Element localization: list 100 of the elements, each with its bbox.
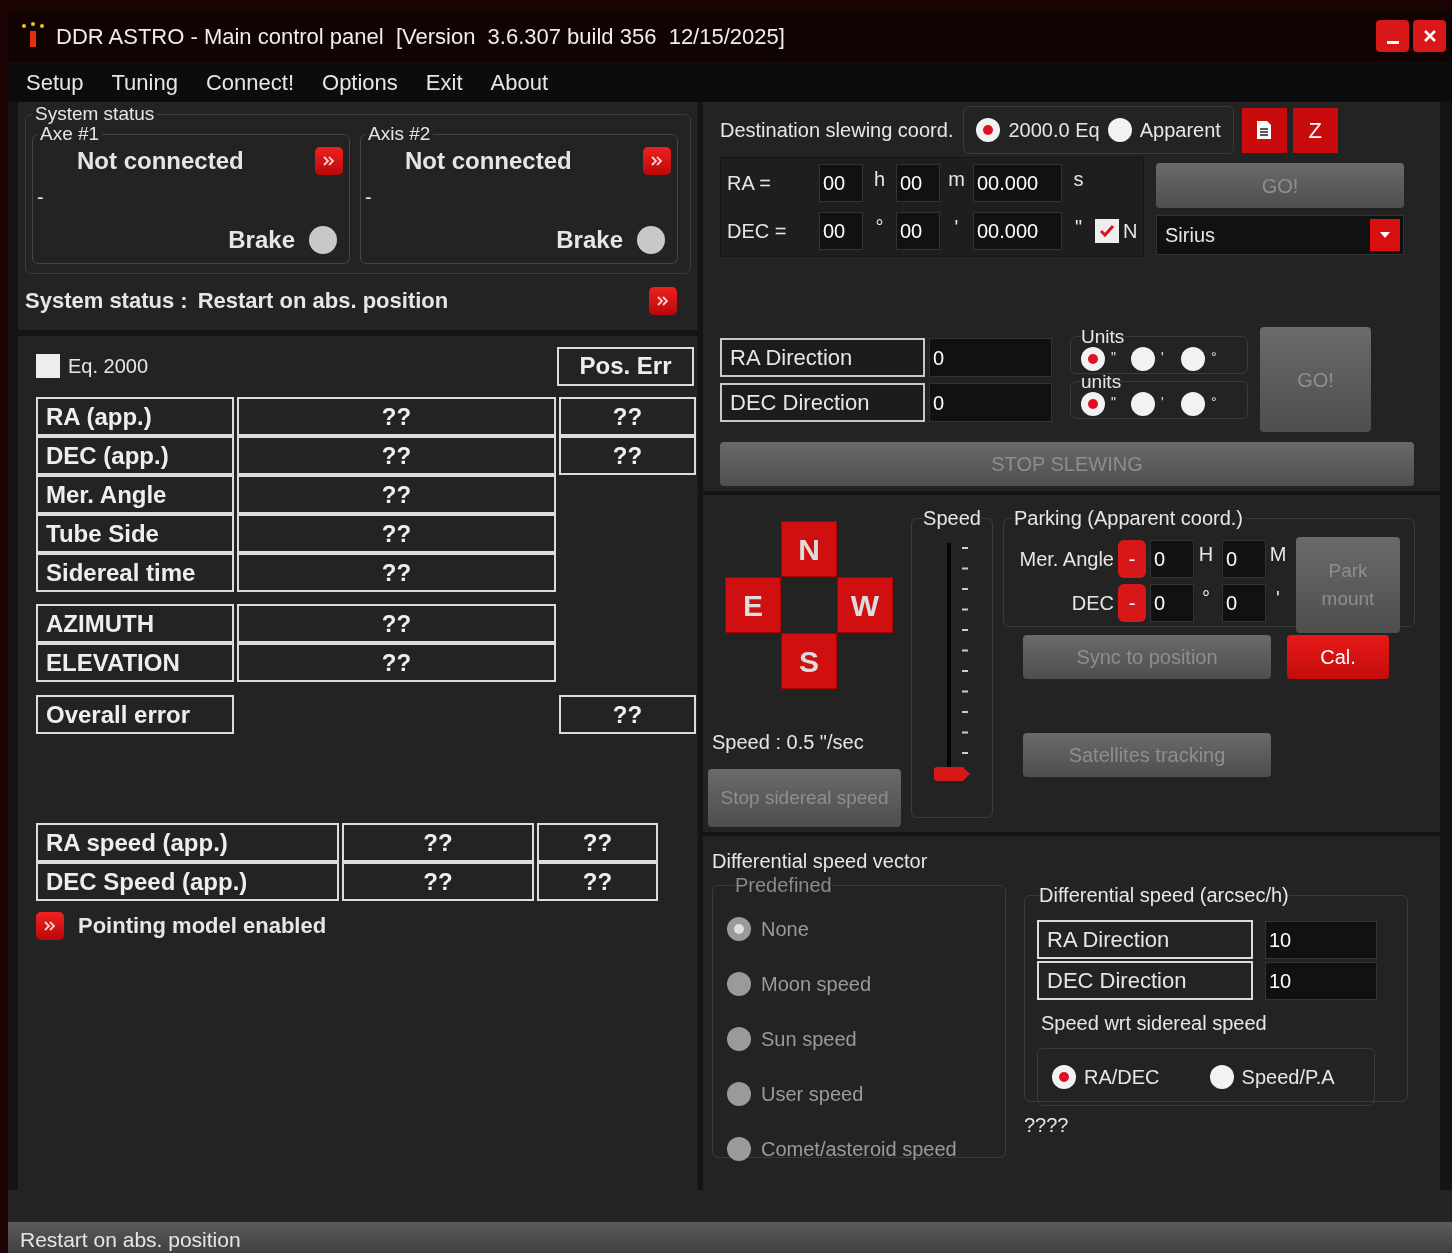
table-cell: DEC (app.) bbox=[36, 436, 234, 475]
button[interactable]: Cal. bbox=[1287, 635, 1389, 679]
radio-button[interactable] bbox=[1081, 347, 1105, 371]
menu-item[interactable]: Exit bbox=[425, 65, 463, 99]
group-title: Axis #2 bbox=[367, 124, 432, 144]
radio-button[interactable] bbox=[727, 1027, 751, 1051]
radio-button[interactable] bbox=[1107, 118, 1132, 142]
sign-button[interactable]: - bbox=[1118, 540, 1146, 578]
table-cell: ?? bbox=[537, 862, 658, 901]
minimize-button[interactable] bbox=[1376, 20, 1409, 52]
input-field[interactable]: 00 bbox=[819, 164, 863, 202]
input-field[interactable]: 10 bbox=[1265, 961, 1377, 1000]
input-field[interactable]: 10 bbox=[1265, 920, 1377, 959]
section-title: Differential speed vector bbox=[712, 849, 928, 874]
radio-button[interactable] bbox=[727, 917, 751, 941]
column-header: Pos. Err bbox=[557, 346, 694, 386]
close-button[interactable] bbox=[1413, 20, 1446, 52]
input-field[interactable]: 00 bbox=[896, 212, 940, 250]
table-cell: ?? bbox=[342, 823, 534, 862]
menu-item[interactable]: Options bbox=[322, 65, 398, 99]
unit-label: s bbox=[1072, 167, 1085, 192]
radio-button[interactable] bbox=[1181, 392, 1205, 416]
expand-button[interactable] bbox=[643, 147, 671, 175]
table-cell: AZIMUTH bbox=[36, 604, 234, 643]
catalog-button[interactable] bbox=[1241, 107, 1287, 153]
radio-label: RA/DEC bbox=[1084, 1065, 1160, 1090]
unit-label: ' bbox=[1161, 393, 1165, 412]
input-field[interactable]: 0 bbox=[1222, 540, 1266, 578]
radio-button[interactable] bbox=[1052, 1065, 1076, 1089]
menu-item[interactable]: Setup bbox=[26, 65, 84, 99]
direction-label: RA Direction bbox=[1037, 920, 1253, 959]
table-cell: Tube Side bbox=[36, 514, 234, 553]
unit-label: ' bbox=[953, 215, 960, 240]
input-field[interactable]: 0 bbox=[1222, 584, 1266, 622]
input-field[interactable]: 0 bbox=[1150, 540, 1194, 578]
radio-label: Apparent bbox=[1139, 118, 1221, 143]
input-field[interactable]: 00 bbox=[896, 164, 940, 202]
unit-label: " bbox=[1073, 215, 1084, 240]
table-cell: ?? bbox=[237, 604, 556, 643]
radio-label: Sun speed bbox=[761, 1027, 857, 1052]
input-field[interactable]: 00 bbox=[819, 212, 863, 250]
unit-label: ° bbox=[1211, 393, 1218, 412]
menu-item[interactable]: Connect! bbox=[205, 65, 294, 99]
radio-button[interactable] bbox=[1131, 347, 1155, 371]
radio-button[interactable] bbox=[1131, 392, 1155, 416]
window-title: DDR ASTRO - Main control panel [Version 3.6.307 build 356 12/15/2025] bbox=[56, 22, 785, 51]
west-button[interactable]: W bbox=[837, 577, 893, 633]
radio-label: User speed bbox=[761, 1082, 864, 1107]
menu-item[interactable]: About bbox=[490, 65, 549, 99]
radio-button[interactable] bbox=[727, 1082, 751, 1106]
unit-label: ' bbox=[1275, 586, 1281, 611]
group-title: units bbox=[1081, 372, 1122, 391]
checkbox[interactable] bbox=[1095, 219, 1119, 243]
expand-button[interactable] bbox=[36, 911, 64, 940]
input-field[interactable]: 0 bbox=[929, 383, 1052, 422]
expand-button[interactable] bbox=[315, 147, 343, 175]
status-label: System status : bbox=[25, 287, 188, 315]
sign-button[interactable]: - bbox=[1118, 584, 1146, 622]
checkbox[interactable] bbox=[36, 354, 60, 378]
close-icon bbox=[1423, 30, 1436, 42]
status-value: Restart on abs. position bbox=[197, 287, 449, 315]
unit-label: h bbox=[872, 167, 887, 192]
direction-label: DEC Direction bbox=[1037, 961, 1253, 1000]
east-button[interactable]: E bbox=[725, 577, 781, 633]
slider-thumb[interactable] bbox=[934, 767, 970, 781]
unit-label: ° bbox=[1211, 348, 1218, 367]
unit-label: ° bbox=[874, 215, 885, 240]
radio-button[interactable] bbox=[1181, 347, 1205, 371]
input-field[interactable]: 00.000 bbox=[973, 212, 1062, 250]
north-button[interactable]: N bbox=[781, 521, 837, 577]
table-cell: Overall error bbox=[36, 695, 234, 734]
south-button[interactable]: S bbox=[781, 633, 837, 689]
target-dropdown[interactable]: Sirius bbox=[1156, 215, 1404, 255]
group-title: Predefined bbox=[735, 873, 832, 898]
radio-button[interactable] bbox=[1209, 1065, 1234, 1089]
parking-label: DEC bbox=[1070, 591, 1115, 616]
group-title: Speed wrt sidereal speed bbox=[1041, 1011, 1267, 1036]
radio-button[interactable] bbox=[1081, 392, 1105, 416]
direction-label: DEC Direction bbox=[720, 383, 925, 422]
section-title: Destination slewing coord. bbox=[720, 118, 954, 143]
table-cell: ?? bbox=[237, 397, 556, 436]
table-cell: ?? bbox=[342, 862, 534, 901]
group-title: System status bbox=[34, 104, 156, 124]
input-field[interactable]: 0 bbox=[929, 338, 1052, 377]
input-field[interactable]: 00.000 bbox=[973, 164, 1062, 202]
table-cell: Sidereal time bbox=[36, 553, 234, 592]
radio-button[interactable] bbox=[727, 1137, 751, 1161]
radio-button[interactable] bbox=[727, 972, 751, 996]
expand-button[interactable] bbox=[649, 286, 677, 315]
minimize-icon bbox=[1386, 41, 1399, 44]
chevrons-icon bbox=[651, 156, 663, 166]
menu-item[interactable]: Tuning bbox=[111, 65, 178, 99]
table-cell: ?? bbox=[237, 553, 556, 592]
status-bar-text: Restart on abs. position bbox=[20, 1227, 241, 1253]
radio-button[interactable] bbox=[976, 118, 1001, 142]
input-field[interactable]: 0 bbox=[1150, 584, 1194, 622]
brake-indicator bbox=[637, 226, 665, 254]
caret-icon bbox=[1380, 232, 1390, 238]
z-button[interactable]: Z bbox=[1292, 107, 1338, 153]
table-cell: RA speed (app.) bbox=[36, 823, 339, 862]
